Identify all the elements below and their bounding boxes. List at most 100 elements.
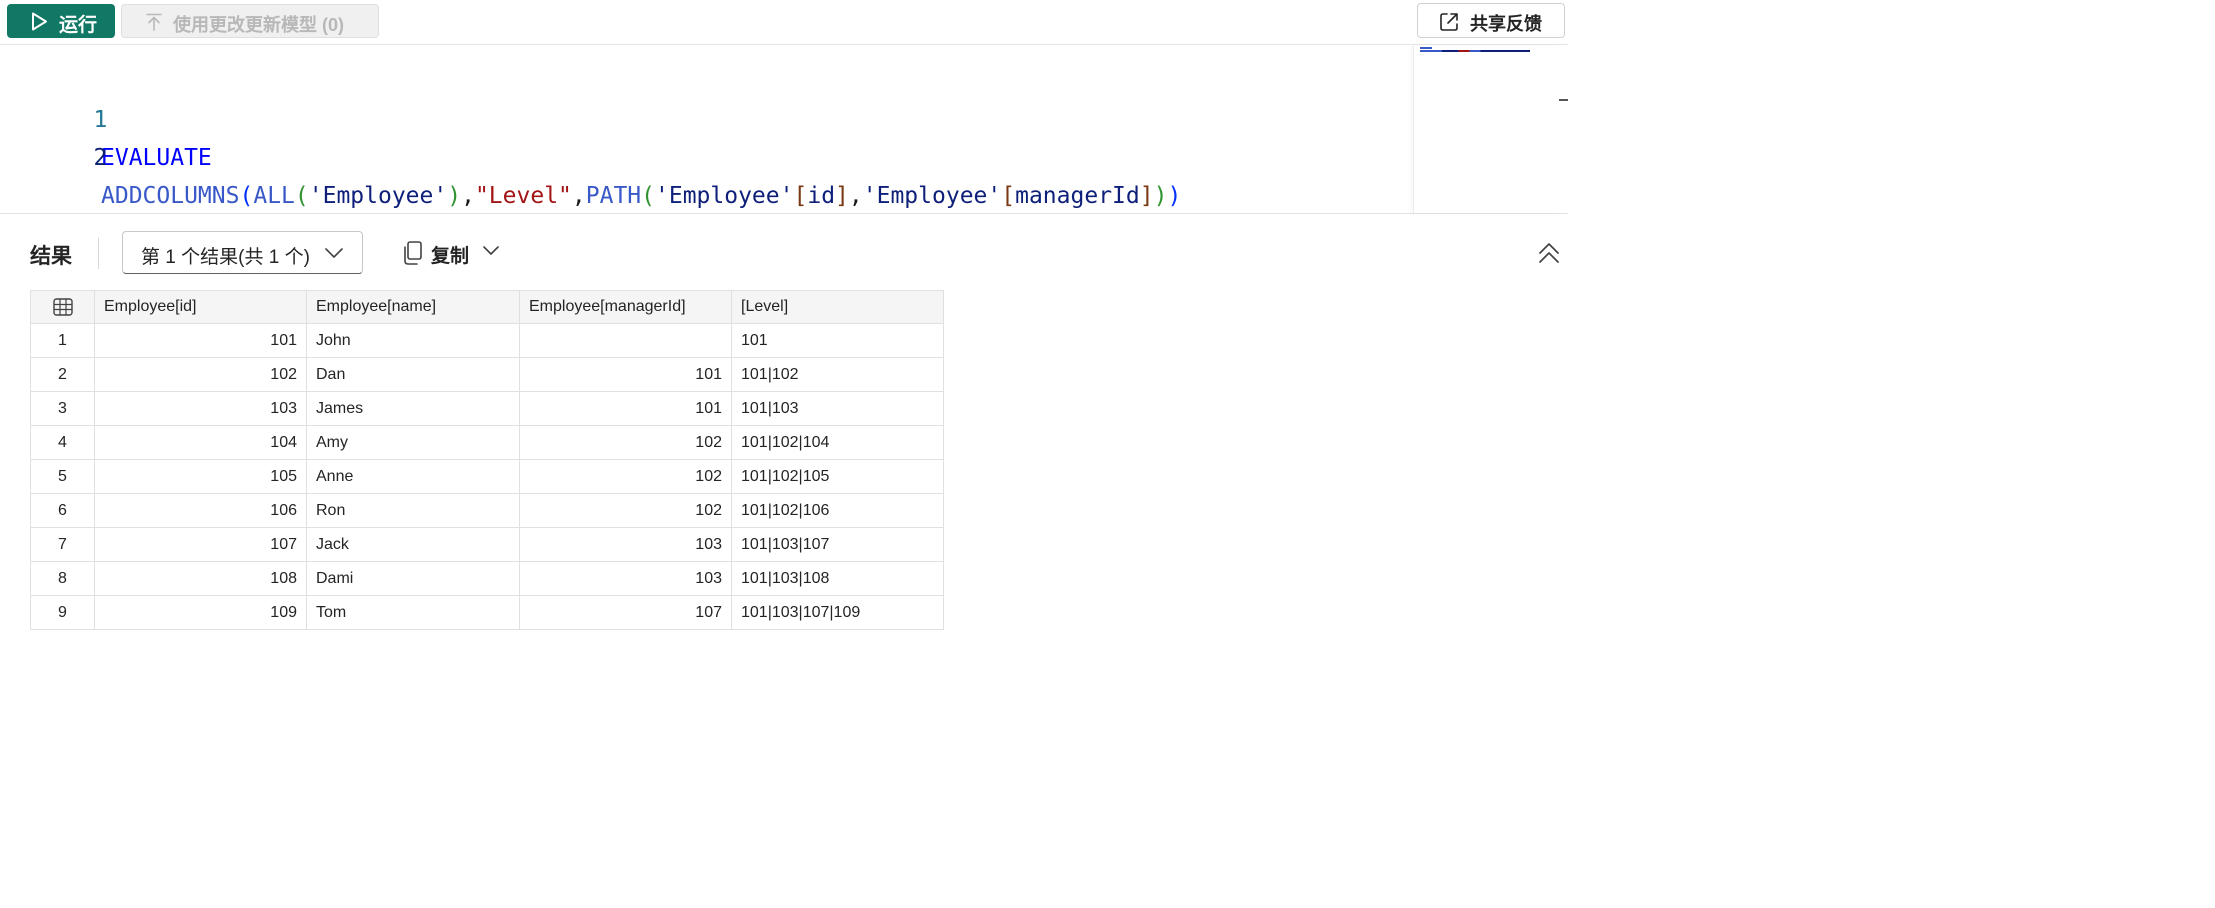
column-header-managerid[interactable]: Employee[managerId] xyxy=(519,290,732,324)
run-button[interactable]: 运行 xyxy=(7,4,115,38)
cell-managerid[interactable]: 102 xyxy=(519,493,732,528)
paren: ) xyxy=(1167,183,1182,209)
cell-level[interactable]: 101|102|104 xyxy=(731,425,944,460)
copy-button-label: 复制 xyxy=(431,246,470,267)
table-row: 9 109 Tom 107 101|103|107|109 xyxy=(30,595,944,630)
cell-managerid[interactable] xyxy=(519,323,732,358)
cell-managerid[interactable]: 101 xyxy=(519,391,732,426)
cell-name[interactable]: Jack xyxy=(306,527,520,562)
scrollbar-indicator[interactable] xyxy=(1559,99,1568,101)
cell-id[interactable]: 109 xyxy=(94,595,307,630)
cell-name[interactable]: Anne xyxy=(306,459,520,494)
column-header-level[interactable]: [Level] xyxy=(731,290,944,324)
table-header-row: Employee[id] Employee[name] Employee[man… xyxy=(30,290,944,324)
code-line-2: 2 ADDCOLUMNS(ALL('Employee'),"Level",PAT… xyxy=(0,101,1182,209)
bracket: [ xyxy=(793,183,808,209)
share-icon xyxy=(1440,13,1458,31)
line-number: 1 xyxy=(93,107,108,133)
play-icon xyxy=(32,12,47,31)
code-line-1: 1 EVALUATE xyxy=(0,63,212,171)
minimap-line xyxy=(1420,47,1432,49)
row-number: 1 xyxy=(30,323,95,358)
share-feedback-button[interactable]: 共享反馈 xyxy=(1417,3,1565,38)
cell-level[interactable]: 101|103 xyxy=(731,391,944,426)
paren: ( xyxy=(239,183,254,209)
cell-name[interactable]: Dan xyxy=(306,357,520,392)
editor-minimap[interactable] xyxy=(1413,46,1559,213)
row-number: 8 xyxy=(30,561,95,596)
table-row: 6 106 Ron 102 101|102|106 xyxy=(30,493,944,528)
update-model-button[interactable]: 使用更改更新模型 (0) xyxy=(121,4,379,38)
table-row: 2 102 Dan 101 101|102 xyxy=(30,357,944,392)
comma: , xyxy=(848,183,863,209)
cell-name[interactable]: John xyxy=(306,323,520,358)
results-table: Employee[id] Employee[name] Employee[man… xyxy=(30,290,944,630)
cell-id[interactable]: 103 xyxy=(94,391,307,426)
table-row: 7 107 Jack 103 101|103|107 xyxy=(30,527,944,562)
cell-managerid[interactable]: 103 xyxy=(519,561,732,596)
cell-managerid[interactable]: 102 xyxy=(519,459,732,494)
bracket: ] xyxy=(1139,183,1154,209)
function-addcolumns: ADDCOLUMNS xyxy=(101,183,240,209)
result-selector-dropdown[interactable]: 第 1 个结果(共 1 个) xyxy=(122,231,363,274)
column-header-id[interactable]: Employee[id] xyxy=(94,290,307,324)
copy-icon xyxy=(404,241,422,265)
cell-id[interactable]: 107 xyxy=(94,527,307,562)
query-editor[interactable]: 1 EVALUATE 2 ADDCOLUMNS(ALL('Employee'),… xyxy=(0,46,1568,214)
row-number: 6 xyxy=(30,493,95,528)
cell-managerid[interactable]: 103 xyxy=(519,527,732,562)
row-number: 3 xyxy=(30,391,95,426)
table-row: 1 101 John 101 xyxy=(30,323,944,358)
cell-id[interactable]: 101 xyxy=(94,323,307,358)
column-reference: id xyxy=(807,183,836,209)
cell-level[interactable]: 101|102 xyxy=(731,357,944,392)
cell-level[interactable]: 101|103|107 xyxy=(731,527,944,562)
collapse-results-button[interactable] xyxy=(1536,241,1562,267)
table-row: 4 104 Amy 102 101|102|104 xyxy=(30,425,944,460)
copy-button[interactable]: 复制 xyxy=(398,236,508,270)
arrow-up-icon xyxy=(146,13,162,31)
cell-level[interactable]: 101 xyxy=(731,323,944,358)
cell-managerid[interactable]: 107 xyxy=(519,595,732,630)
cell-level[interactable]: 101|103|108 xyxy=(731,561,944,596)
bracket: [ xyxy=(1001,183,1016,209)
table-reference: 'Employee' xyxy=(308,183,448,209)
table-icon xyxy=(52,298,73,316)
cell-level[interactable]: 101|102|106 xyxy=(731,493,944,528)
column-header-name[interactable]: Employee[name] xyxy=(306,290,520,324)
string-literal: "Level" xyxy=(474,183,572,209)
cell-name[interactable]: James xyxy=(306,391,520,426)
keyword-evaluate: EVALUATE xyxy=(101,145,212,171)
cell-managerid[interactable]: 101 xyxy=(519,357,732,392)
bracket: ] xyxy=(835,183,849,209)
row-number: 9 xyxy=(30,595,95,630)
cell-level[interactable]: 101|102|105 xyxy=(731,459,944,494)
chevron-down-icon xyxy=(483,246,499,255)
cell-id[interactable]: 104 xyxy=(94,425,307,460)
run-button-label: 运行 xyxy=(59,15,98,36)
cell-name[interactable]: Amy xyxy=(306,425,520,460)
cell-level[interactable]: 101|103|107|109 xyxy=(731,595,944,630)
cell-id[interactable]: 108 xyxy=(94,561,307,596)
paren: ) xyxy=(447,183,462,209)
row-number: 5 xyxy=(30,459,95,494)
result-selector-label: 第 1 个结果(共 1 个) xyxy=(141,247,310,268)
cell-id[interactable]: 102 xyxy=(94,357,307,392)
double-chevron-up-icon xyxy=(1539,243,1559,263)
cell-id[interactable]: 105 xyxy=(94,459,307,494)
cell-name[interactable]: Dami xyxy=(306,561,520,596)
cell-managerid[interactable]: 102 xyxy=(519,425,732,460)
results-title: 结果 xyxy=(30,245,72,268)
cell-name[interactable]: Tom xyxy=(306,595,520,630)
divider xyxy=(98,238,99,269)
select-all-cell[interactable] xyxy=(30,290,95,324)
table-reference: 'Employee' xyxy=(655,183,794,209)
toolbar: 运行 使用更改更新模型 (0) 共享反馈 xyxy=(0,0,1568,45)
cell-id[interactable]: 106 xyxy=(94,493,307,528)
cell-name[interactable]: Ron xyxy=(306,493,520,528)
row-number: 7 xyxy=(30,527,95,562)
table-row: 5 105 Anne 102 101|102|105 xyxy=(30,459,944,494)
line-number: 2 xyxy=(93,145,108,171)
comma: , xyxy=(461,183,475,209)
row-number: 2 xyxy=(30,357,95,392)
